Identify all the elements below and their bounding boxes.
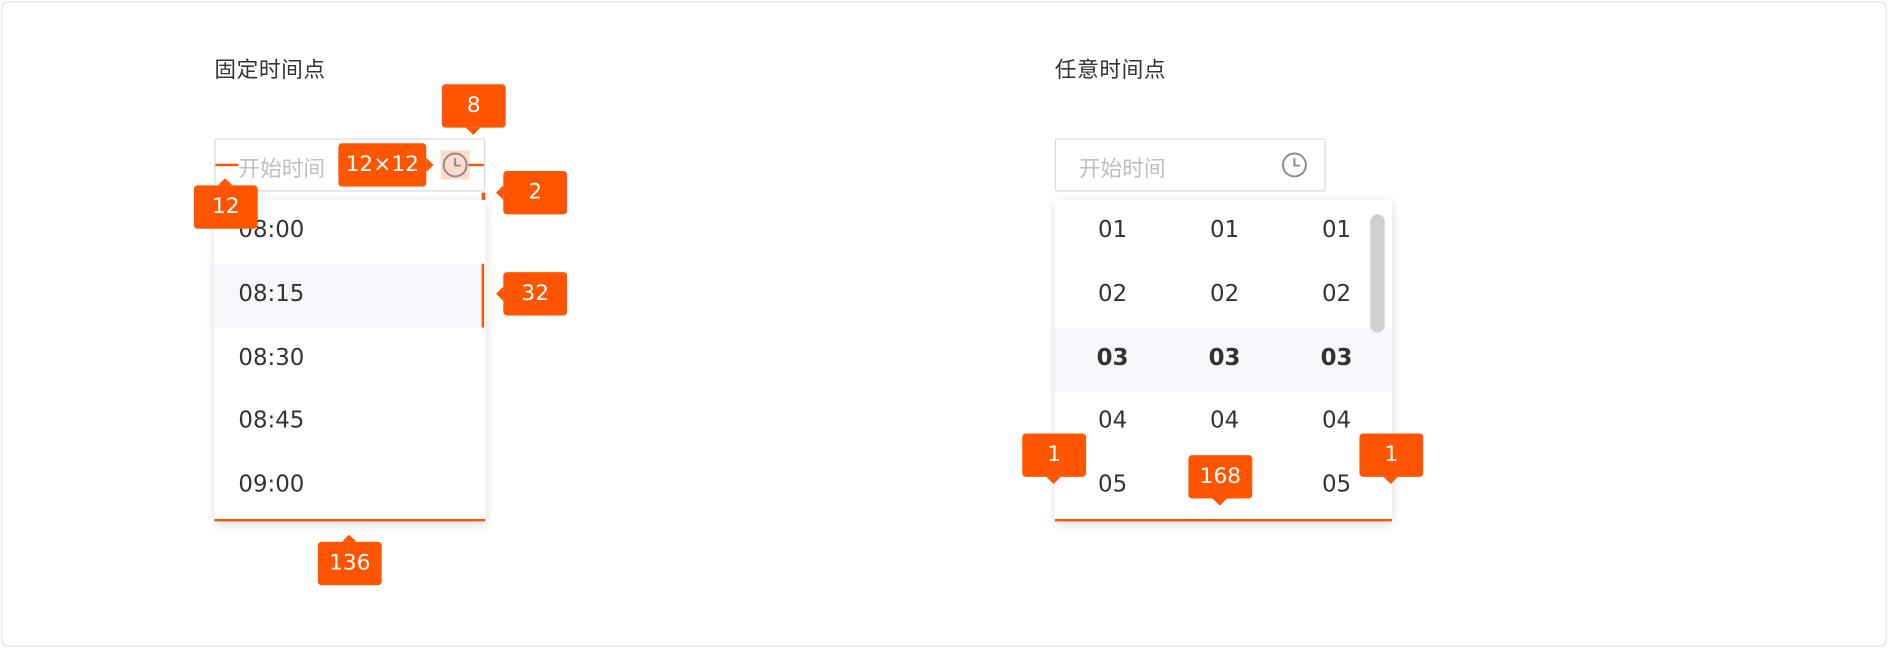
time-row: 01 01 01 (1055, 200, 1392, 264)
clock-icon (442, 152, 468, 178)
hour-cell[interactable]: 01 (1089, 217, 1137, 243)
fixed-section-title: 固定时间点 (214, 57, 326, 84)
badge-pointer (465, 127, 481, 135)
option-height-marker-line (481, 263, 485, 328)
badge-pointer (496, 185, 504, 200)
option-height-badge: 32 (503, 272, 568, 316)
time-option-hovered[interactable]: 08:15 (214, 263, 486, 328)
dropdown-gap-badge: 2 (503, 170, 568, 215)
time-option[interactable]: 08:45 (214, 390, 485, 454)
second-cell[interactable]: 01 (1312, 217, 1360, 243)
icon-size-badge: 12×12 (338, 143, 427, 187)
minute-cell[interactable]: 02 (1200, 281, 1248, 307)
any-width-badge: 168 (1188, 455, 1253, 499)
badge-pointer (1046, 476, 1061, 485)
second-cell[interactable]: 05 (1312, 471, 1360, 497)
spec-canvas: 固定时间点 开始时间 08:00 08:15 08:30 08:45 09:00… (0, 0, 1888, 648)
hour-cell-selected[interactable]: 03 (1089, 344, 1137, 370)
fixed-width-marker-line (214, 518, 486, 522)
dropdown-gap-marker-line (481, 192, 486, 200)
badge-pointer (426, 157, 434, 173)
minute-cell[interactable]: 04 (1200, 407, 1248, 433)
minute-cell[interactable]: 01 (1200, 217, 1248, 243)
time-row: 04 04 04 (1055, 390, 1392, 454)
any-time-placeholder: 开始时间 (1078, 156, 1166, 182)
time-row-selected: 03 03 03 (1054, 327, 1392, 392)
padding-marker-line (215, 163, 239, 167)
time-option[interactable]: 09:00 (214, 454, 485, 518)
second-cell[interactable]: 02 (1312, 281, 1360, 307)
time-option[interactable]: 08:30 (214, 328, 485, 392)
fixed-time-placeholder: 开始时间 (238, 156, 326, 182)
any-time-input[interactable]: 开始时间 (1054, 138, 1326, 192)
fixed-width-badge: 136 (317, 541, 382, 586)
any-width-marker-line (1054, 518, 1392, 522)
time-row: 02 02 02 (1055, 264, 1392, 328)
hour-cell[interactable]: 02 (1089, 281, 1137, 307)
icon-gap-marker-line (468, 163, 485, 167)
icon-gap-badge: 8 (441, 84, 506, 128)
badge-pointer (217, 178, 233, 186)
any-section-title: 任意时间点 (1054, 57, 1167, 84)
badge-pointer (496, 286, 504, 302)
badge-pointer (341, 534, 357, 542)
badge-pointer (1212, 498, 1227, 506)
minute-cell-selected[interactable]: 03 (1200, 344, 1248, 370)
hour-cell[interactable]: 04 (1089, 407, 1137, 433)
badge-pointer (1383, 476, 1398, 485)
clock-icon (1282, 152, 1307, 178)
fixed-time-dropdown: 08:00 08:15 08:30 08:45 09:00 (214, 199, 486, 522)
right-border-badge: 1 (1359, 433, 1424, 477)
scrollbar-thumb[interactable] (1370, 214, 1385, 333)
padding-badge: 12 (193, 185, 258, 229)
hour-cell[interactable]: 05 (1089, 471, 1137, 497)
second-cell[interactable]: 04 (1312, 407, 1360, 433)
left-border-badge: 1 (1022, 433, 1087, 477)
second-cell-selected[interactable]: 03 (1312, 344, 1360, 370)
